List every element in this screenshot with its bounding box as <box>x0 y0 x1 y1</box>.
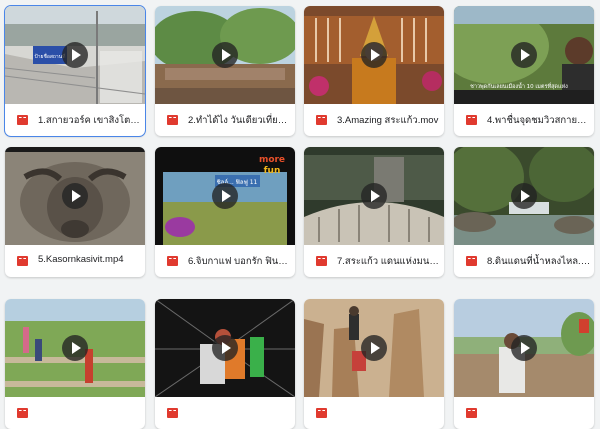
film-icon <box>466 408 477 418</box>
play-icon[interactable] <box>212 183 238 209</box>
letterbox-bar <box>5 147 145 152</box>
file-name: 1.สกายวอร์ค เขาสิงโต สร... <box>38 115 142 126</box>
film-icon <box>466 256 477 266</box>
file-card[interactable] <box>454 299 594 429</box>
file-card[interactable] <box>304 299 444 429</box>
film-icon <box>17 408 28 418</box>
play-icon[interactable] <box>62 335 88 361</box>
video-thumbnail[interactable] <box>304 147 444 245</box>
video-thumbnail[interactable] <box>155 6 295 104</box>
file-name: 3.Amazing สระแก้ว.mov <box>337 115 439 126</box>
logo-fun: fun <box>264 166 281 176</box>
film-icon <box>17 115 28 125</box>
file-name: 4.พาชื่นจุดชมวิวสกายวอล... <box>487 115 591 126</box>
logo-more: more <box>259 155 285 165</box>
play-icon[interactable] <box>361 335 387 361</box>
play-icon[interactable] <box>361 42 387 68</box>
video-thumbnail[interactable]: ชิลล์... ฟิลฟู 11 more fun <box>155 147 295 245</box>
film-icon <box>316 408 327 418</box>
play-icon[interactable] <box>62 183 88 209</box>
video-grid: ป้ายชื่อสถานที่ 1.สกายวอร์ค เขาสิงโต สร.… <box>0 0 600 429</box>
file-card[interactable]: ชิลล์... ฟิลฟู 11 more fun 6.จิบกาแฟ บอก… <box>155 147 295 277</box>
video-thumbnail[interactable]: ชาวพุดกันเลยนเมืองน้ำ 10 เมตรที่สุดแห่ง <box>454 6 594 104</box>
video-thumbnail[interactable] <box>454 147 594 245</box>
video-thumbnail[interactable] <box>155 299 295 397</box>
play-icon[interactable] <box>511 183 537 209</box>
video-thumbnail[interactable] <box>304 6 444 104</box>
file-name: 6.จิบกาแฟ บอกรัก ฟินกลา... <box>188 256 292 267</box>
play-icon[interactable] <box>62 42 88 68</box>
play-icon[interactable] <box>511 335 537 361</box>
video-thumbnail[interactable] <box>5 299 145 397</box>
film-icon <box>167 256 178 266</box>
film-icon <box>167 408 178 418</box>
file-card[interactable] <box>5 299 145 429</box>
file-card[interactable]: 7.สระแก้ว แดนแห่งมนต์ขลั... <box>304 147 444 277</box>
film-icon <box>316 256 327 266</box>
play-icon[interactable] <box>511 42 537 68</box>
play-icon[interactable] <box>212 42 238 68</box>
file-card[interactable]: 3.Amazing สระแก้ว.mov <box>304 6 444 136</box>
file-name: 8.ดินแดนที่น้ำหลงไหล.mp4 <box>487 256 591 267</box>
film-icon <box>17 256 28 266</box>
file-card[interactable]: ชาวพุดกันเลยนเมืองน้ำ 10 เมตรที่สุดแห่ง … <box>454 6 594 136</box>
sign-text: ป้ายชื่อสถานที่ <box>34 53 65 60</box>
file-name: 2.ทำได้ไง วันเดียวเที่ยวสร... <box>188 115 292 126</box>
video-thumbnail[interactable] <box>454 299 594 397</box>
file-card[interactable]: 5.Kasornkasivit.mp4 <box>5 147 145 277</box>
play-icon[interactable] <box>212 335 238 361</box>
file-card[interactable]: 8.ดินแดนที่น้ำหลงไหล.mp4 <box>454 147 594 277</box>
video-thumbnail[interactable] <box>304 299 444 397</box>
file-card[interactable]: ป้ายชื่อสถานที่ 1.สกายวอร์ค เขาสิงโต สร.… <box>4 5 146 137</box>
film-icon <box>316 115 327 125</box>
file-card[interactable]: 2.ทำได้ไง วันเดียวเที่ยวสร... <box>155 6 295 136</box>
file-card[interactable] <box>155 299 295 429</box>
play-icon[interactable] <box>361 183 387 209</box>
film-icon <box>466 115 477 125</box>
video-thumbnail[interactable] <box>5 147 145 245</box>
file-name: 5.Kasornkasivit.mp4 <box>38 254 124 265</box>
thumbnail-caption: ชาวพุดกันเลยนเมืองน้ำ 10 เมตรที่สุดแห่ง <box>470 82 568 90</box>
video-thumbnail[interactable]: ป้ายชื่อสถานที่ <box>5 6 145 104</box>
film-icon <box>167 115 178 125</box>
file-name: 7.สระแก้ว แดนแห่งมนต์ขลั... <box>337 256 441 267</box>
